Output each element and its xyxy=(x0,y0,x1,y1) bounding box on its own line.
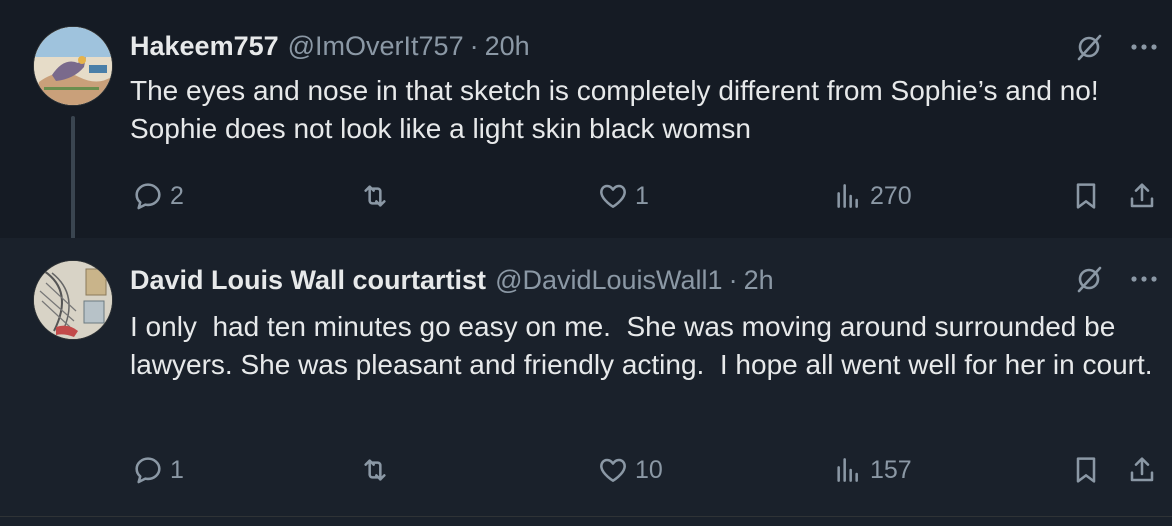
avatar[interactable] xyxy=(33,26,113,106)
share-icon xyxy=(1126,454,1158,486)
reply-button[interactable]: 1 xyxy=(132,450,184,490)
retweet-icon xyxy=(359,180,391,212)
more-icon[interactable] xyxy=(1130,43,1158,51)
separator: · xyxy=(469,30,479,61)
like-button[interactable]: 10 xyxy=(597,450,663,490)
more-icon[interactable] xyxy=(1130,275,1158,283)
display-name[interactable]: David Louis Wall courtartist xyxy=(130,265,486,296)
reply-icon xyxy=(132,454,164,486)
tweet-actions: 1 10 157 xyxy=(0,450,1172,490)
like-count: 1 xyxy=(635,181,649,210)
bookmark-icon xyxy=(1070,180,1102,212)
retweet-button[interactable] xyxy=(359,450,397,490)
retweet-button[interactable] xyxy=(359,176,397,216)
tweet[interactable]: Hakeem757 @ImOverIt757 · 20h The eyes an… xyxy=(0,0,1172,254)
tweet-top-icons xyxy=(1074,264,1158,294)
heart-icon xyxy=(597,180,629,212)
reply-button[interactable]: 2 xyxy=(132,176,184,216)
views-icon xyxy=(832,180,864,212)
timestamp[interactable]: 20h xyxy=(485,31,530,62)
tweet-actions: 2 1 270 xyxy=(0,176,1172,216)
views-count: 270 xyxy=(870,181,912,210)
timestamp[interactable]: 2h xyxy=(744,265,774,296)
display-name[interactable]: Hakeem757 xyxy=(130,31,279,62)
grok-icon[interactable] xyxy=(1074,264,1104,294)
tweet[interactable]: David Louis Wall courtartist @DavidLouis… xyxy=(0,238,1172,516)
like-button[interactable]: 1 xyxy=(597,176,649,216)
divider xyxy=(0,516,1172,526)
reply-count: 1 xyxy=(170,455,184,484)
bookmark-button[interactable] xyxy=(1070,176,1102,216)
avatar[interactable] xyxy=(33,260,113,340)
user-handle[interactable]: @DavidLouisWall1 xyxy=(495,265,723,296)
tweet-top-icons xyxy=(1074,32,1158,62)
user-handle[interactable]: @ImOverIt757 xyxy=(288,31,464,62)
heart-icon xyxy=(597,454,629,486)
views-button[interactable]: 157 xyxy=(832,450,912,490)
reply-count: 2 xyxy=(170,181,184,210)
share-button[interactable] xyxy=(1126,450,1158,490)
retweet-icon xyxy=(359,454,391,486)
like-count: 10 xyxy=(635,455,663,484)
tweet-text: The eyes and nose in that sketch is comp… xyxy=(130,75,1107,144)
bookmark-button[interactable] xyxy=(1070,450,1102,490)
grok-icon[interactable] xyxy=(1074,32,1104,62)
share-icon xyxy=(1126,180,1158,212)
views-count: 157 xyxy=(870,455,912,484)
tweet-header: Hakeem757 @ImOverIt757 · 20h xyxy=(130,28,530,64)
bookmark-icon xyxy=(1070,454,1102,486)
views-icon xyxy=(832,454,864,486)
tweet-text: I only had ten minutes go easy on me. Sh… xyxy=(130,311,1153,380)
reply-icon xyxy=(132,180,164,212)
tweet-header: David Louis Wall courtartist @DavidLouis… xyxy=(130,262,774,298)
share-button[interactable] xyxy=(1126,176,1158,216)
separator: · xyxy=(728,264,738,295)
views-button[interactable]: 270 xyxy=(832,176,912,216)
